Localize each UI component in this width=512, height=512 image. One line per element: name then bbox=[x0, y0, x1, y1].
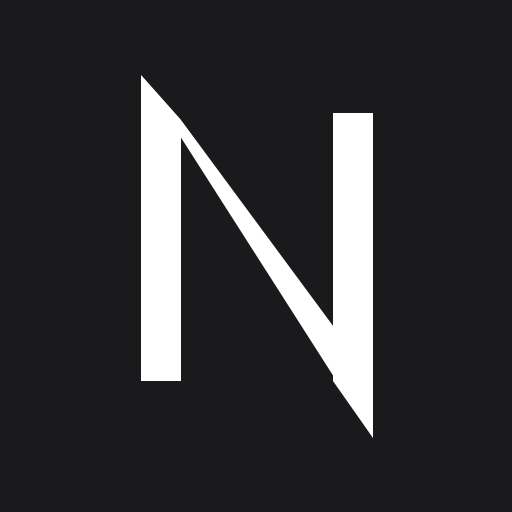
logo-right-stem bbox=[333, 113, 373, 438]
app-icon bbox=[0, 0, 512, 512]
letter-n-logo-icon bbox=[141, 75, 373, 438]
